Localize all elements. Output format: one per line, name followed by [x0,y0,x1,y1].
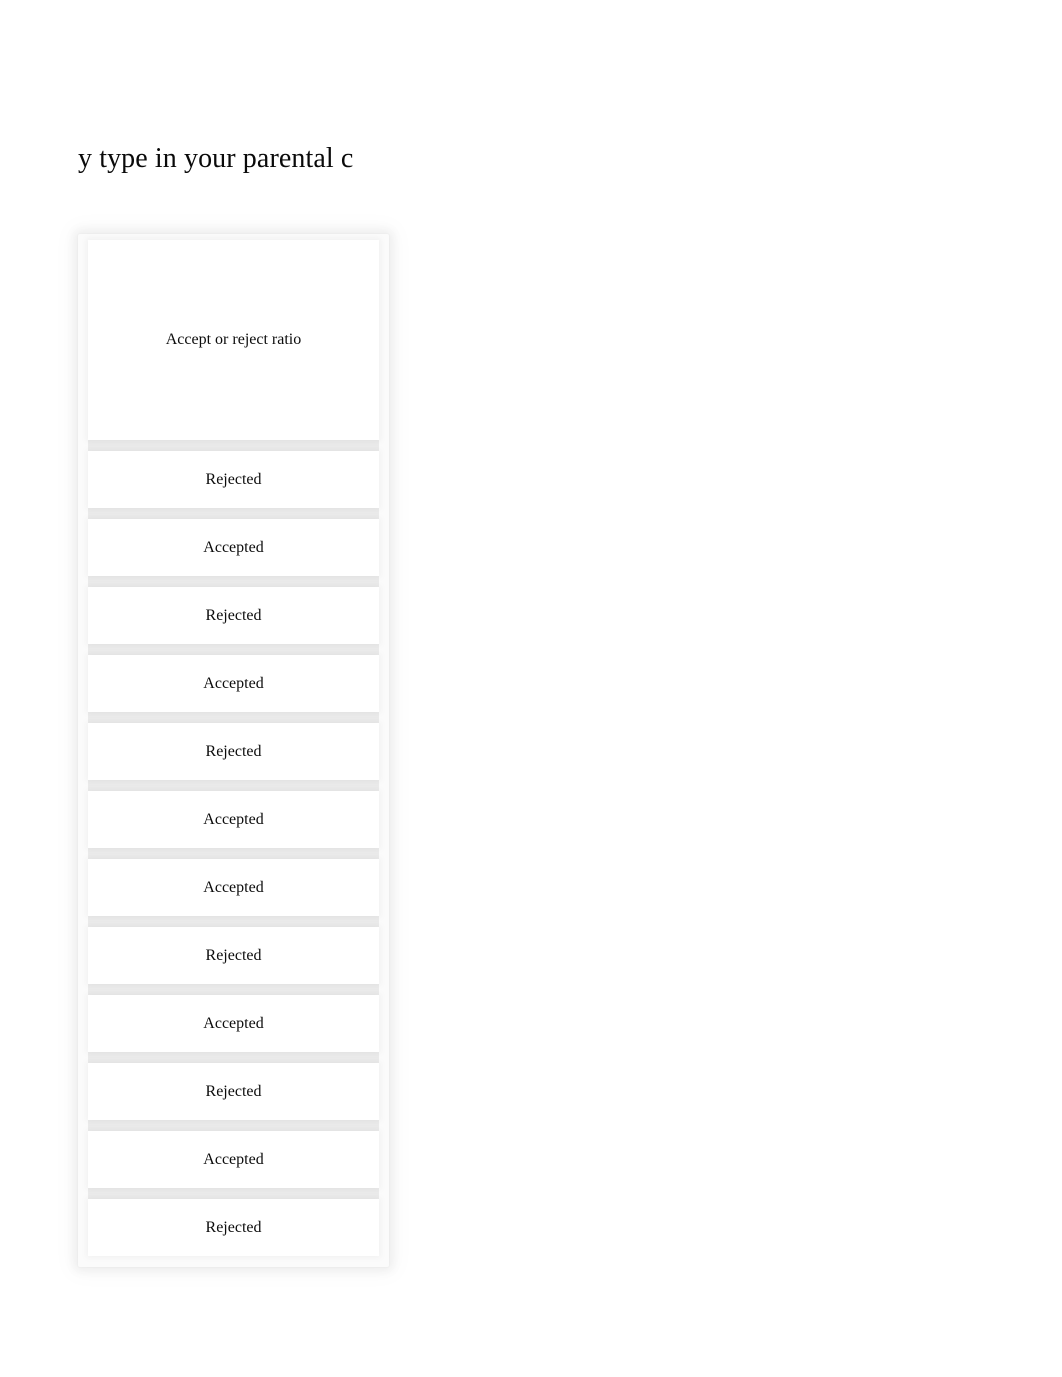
row-separator [88,576,379,587]
page-title: y type in your parental c [78,143,354,174]
table-header-cell: Accept or reject ratio [88,240,379,440]
table-cell-value: Accepted [203,1150,264,1168]
table-row: Accepted [88,995,379,1052]
table-row: Rejected [88,1199,379,1256]
table-row: Accepted [88,519,379,576]
row-separator [88,916,379,927]
table-row: Rejected [88,451,379,508]
row-separator [88,984,379,995]
table-row: Accepted [88,655,379,712]
row-separator [88,644,379,655]
row-separator [88,1120,379,1131]
row-separator [88,1052,379,1063]
table-cell-value: Rejected [205,1218,262,1236]
accept-or-reject-ratio-table: Accept or reject ratio Rejected Accepted… [78,234,389,1267]
row-separator [88,780,379,791]
row-separator [88,848,379,859]
table-cell-value: Accepted [203,674,264,692]
table-cell-value: Accepted [203,878,264,896]
table-body: Accept or reject ratio Rejected Accepted… [88,240,379,1261]
table-cell-value: Rejected [205,742,262,760]
table-row: Rejected [88,927,379,984]
table-cell-value: Accepted [203,538,264,556]
table-row: Rejected [88,587,379,644]
table-cell-value: Rejected [205,1082,262,1100]
table-cell-value: Accepted [203,1014,264,1032]
table-row: Rejected [88,723,379,780]
row-separator [88,440,379,451]
table-row: Accepted [88,1131,379,1188]
document-page: y type in your parental c Accept or reje… [0,0,1062,1377]
table-cell-value: Rejected [205,606,262,624]
table-row: Accepted [88,859,379,916]
table-cell-value: Accepted [203,810,264,828]
row-separator [88,712,379,723]
table-cell-value: Rejected [205,946,262,964]
table-header-label: Accept or reject ratio [165,331,302,348]
row-separator [88,1188,379,1199]
row-separator [88,508,379,519]
table-row: Rejected [88,1063,379,1120]
table-cell-value: Rejected [205,470,262,488]
table-row: Accepted [88,791,379,848]
